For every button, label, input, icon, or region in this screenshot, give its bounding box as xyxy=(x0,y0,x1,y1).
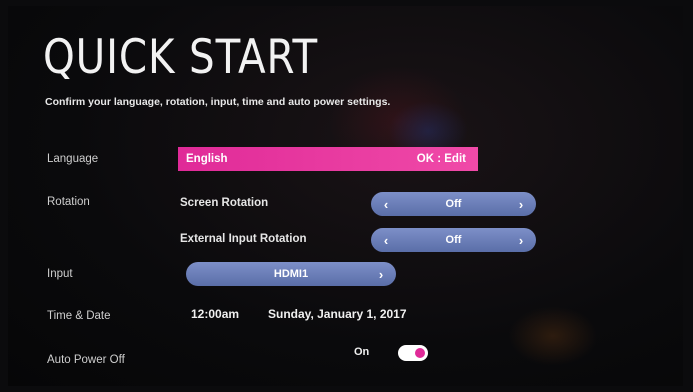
date-value[interactable]: Sunday, January 1, 2017 xyxy=(268,307,407,321)
language-label: Language xyxy=(47,153,99,165)
page-subtitle: Confirm your language, rotation, input, … xyxy=(45,96,391,108)
chevron-left-icon[interactable]: ‹ xyxy=(381,197,391,212)
external-input-rotation-value: Off xyxy=(445,234,462,246)
auto-power-off-label: Auto Power Off xyxy=(47,354,125,366)
toggle-knob xyxy=(415,348,425,358)
screen-rotation-selector[interactable]: ‹ Off › xyxy=(371,192,536,216)
background-glow xyxy=(508,306,598,366)
external-input-rotation-label: External Input Rotation xyxy=(180,233,307,245)
auto-power-off-toggle[interactable] xyxy=(398,345,428,361)
time-value[interactable]: 12:00am xyxy=(191,307,239,321)
chevron-right-icon[interactable]: › xyxy=(516,197,526,212)
chevron-right-icon[interactable]: › xyxy=(516,233,526,248)
language-selector[interactable]: English OK : Edit xyxy=(178,147,478,171)
input-selector[interactable]: HDMI1 › xyxy=(186,262,396,286)
screen-rotation-value: Off xyxy=(445,198,462,210)
page-title: QUICK START xyxy=(43,30,319,85)
auto-power-off-state: On xyxy=(354,346,370,358)
rotation-label: Rotation xyxy=(47,196,90,208)
external-input-rotation-selector[interactable]: ‹ Off › xyxy=(371,228,536,252)
chevron-left-icon[interactable]: ‹ xyxy=(381,233,391,248)
language-value: English xyxy=(186,153,228,165)
input-label: Input xyxy=(47,268,73,280)
screen-rotation-label: Screen Rotation xyxy=(180,197,269,209)
time-date-label: Time & Date xyxy=(47,310,111,322)
input-value: HDMI1 xyxy=(273,268,309,280)
chevron-right-icon[interactable]: › xyxy=(376,267,386,282)
language-edit-hint: OK : Edit xyxy=(416,153,466,165)
